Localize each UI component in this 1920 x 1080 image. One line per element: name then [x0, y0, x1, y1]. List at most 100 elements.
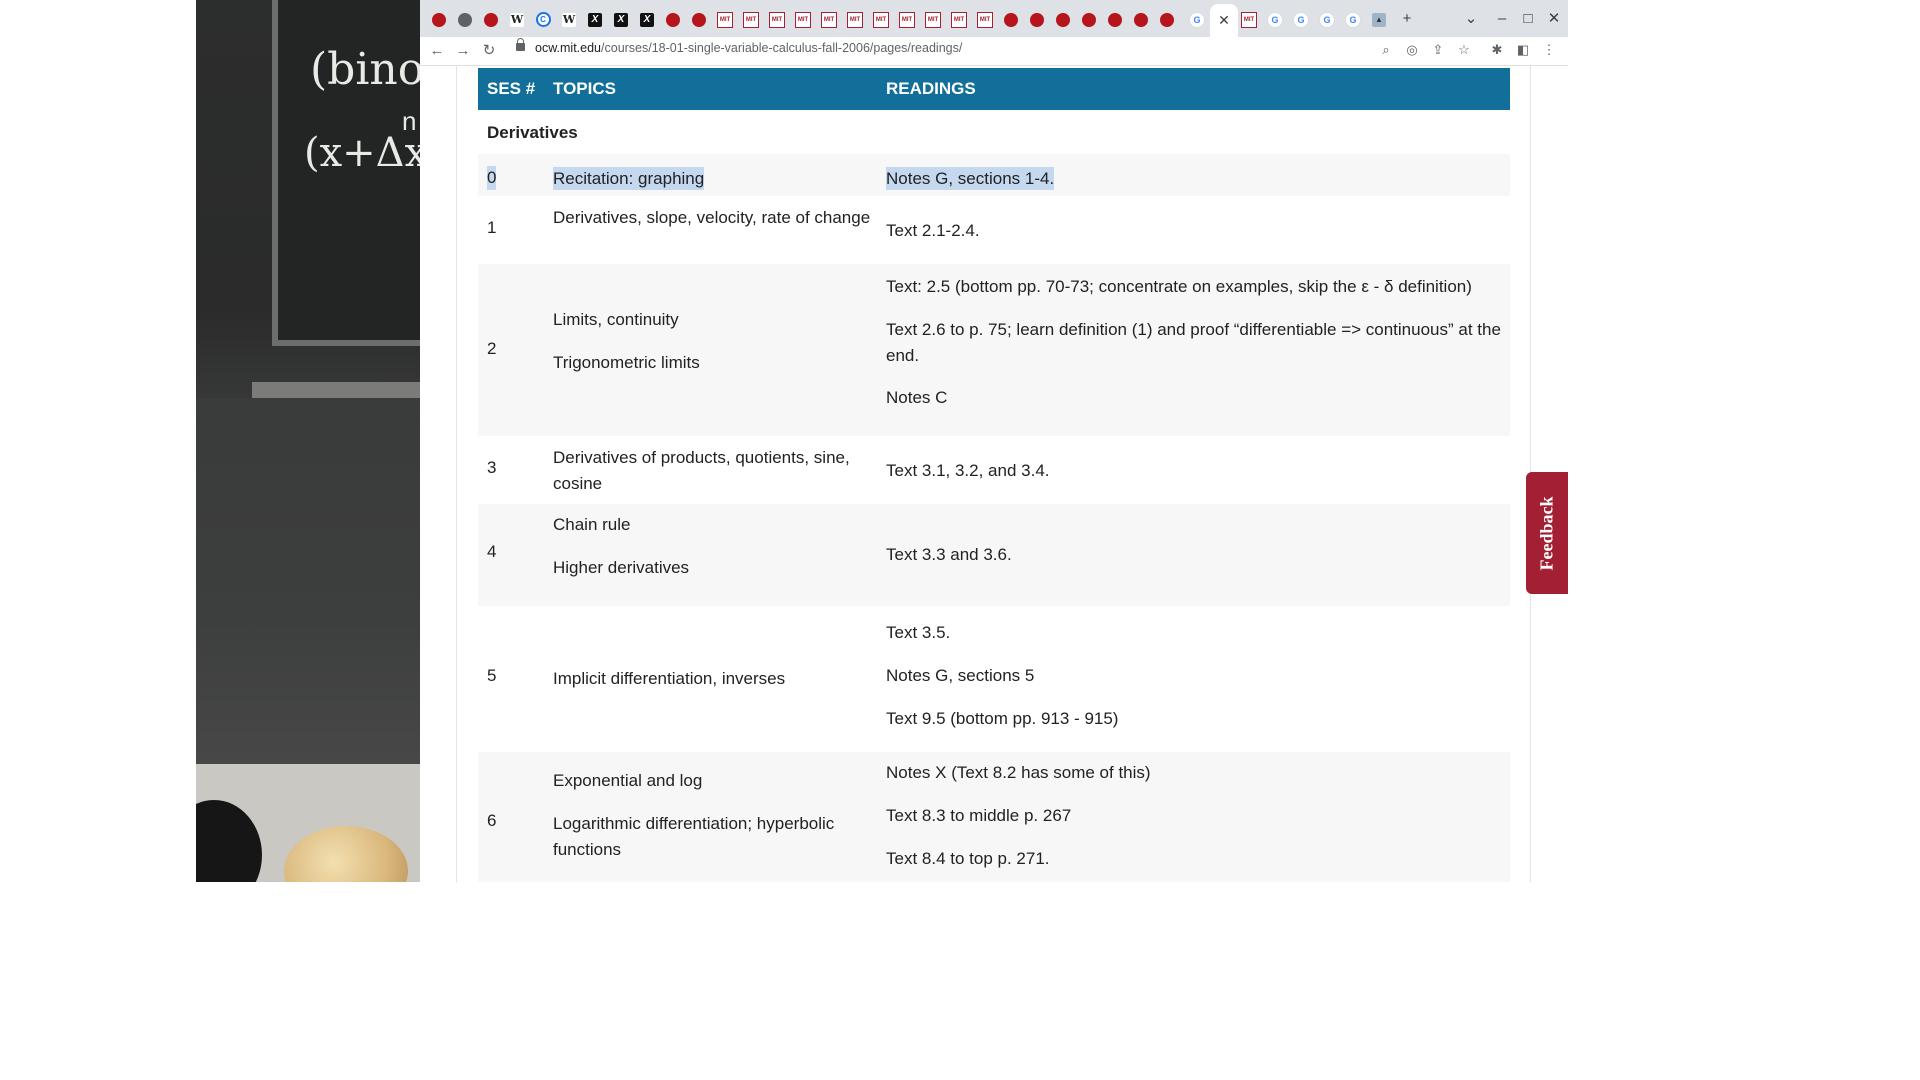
browser-tab[interactable]: MIT	[946, 6, 972, 33]
topic-text: Higher derivatives	[553, 558, 690, 577]
side-panel-icon[interactable]: ◧	[1513, 40, 1533, 60]
browser-tab[interactable]: W	[556, 6, 582, 33]
browser-tab[interactable]: G	[1340, 6, 1366, 33]
reload-icon[interactable]: ↻	[478, 39, 500, 61]
browser-tab[interactable]: G	[1262, 6, 1288, 33]
reading-text: Notes G, sections 5	[886, 666, 1035, 685]
x-favicon-icon: X	[640, 12, 654, 27]
share-icon[interactable]: ⇪	[1428, 40, 1448, 60]
feedback-button[interactable]: Feedback	[1526, 472, 1568, 594]
ocw-favicon-icon	[1082, 12, 1096, 27]
browser-tab[interactable]	[1076, 6, 1102, 33]
tab-active[interactable]: ✕	[1210, 4, 1238, 37]
browser-tab[interactable]	[478, 6, 504, 33]
mit-favicon-icon: MIT	[951, 11, 967, 28]
header-ses: SES #	[487, 79, 536, 98]
left-blank-area	[0, 0, 196, 882]
content-border-left	[456, 66, 457, 882]
browser-tab[interactable]: W	[504, 6, 530, 33]
browser-tab[interactable]: MIT	[1236, 6, 1262, 33]
reading-text: Text 3.1, 3.2, and 3.4.	[886, 461, 1050, 480]
reading-text: Text: 2.5 (bottom pp. 70-73; concentrate…	[886, 277, 1472, 296]
address-bar[interactable]: ocw.mit.edu/courses/18-01-single-variabl…	[535, 41, 962, 55]
browser-tab[interactable]: MIT	[842, 6, 868, 33]
extensions-icon[interactable]: ✱	[1487, 40, 1507, 60]
table-row: 2 Limits, continuity Trigonometric limits T…	[478, 264, 1510, 436]
topic-text: Logarithmic differentiation; hyperbolic …	[553, 814, 835, 859]
cell-session-number: 0	[487, 166, 497, 190]
browser-tab[interactable]	[1024, 6, 1050, 33]
browser-tab[interactable]: MIT	[790, 6, 816, 33]
lock-icon[interactable]	[516, 38, 525, 51]
topic-text: Limits, continuity	[553, 310, 679, 329]
tab-search-icon[interactable]: ⌄	[1459, 6, 1483, 30]
close-window-button[interactable]: ✕	[1542, 6, 1566, 30]
cell-reading: Text 3.5.	[886, 620, 1506, 646]
ocw-favicon-icon	[1030, 12, 1044, 27]
url-path: /courses/18-01-single-variable-calculus-…	[601, 41, 963, 55]
bookmark-star-icon[interactable]: ☆	[1454, 40, 1474, 60]
section-title: Derivatives	[487, 123, 578, 142]
cell-topic: Limits, continuity	[553, 307, 873, 333]
maximize-button[interactable]: □	[1516, 6, 1540, 30]
forward-icon[interactable]: →	[452, 39, 474, 61]
browser-tab[interactable]: MIT	[738, 6, 764, 33]
browser-tab[interactable]: MIT	[712, 6, 738, 33]
browser-tab[interactable]: X	[608, 6, 634, 33]
cell-topic: Trigonometric limits	[553, 350, 873, 376]
reading-text: Text 8.3 to middle p. 267	[886, 806, 1072, 825]
minimize-button[interactable]: –	[1490, 6, 1514, 30]
browser-tab[interactable]	[998, 6, 1024, 33]
w-favicon-icon: W	[510, 12, 524, 27]
browser-tab[interactable]	[452, 6, 478, 33]
browser-tab[interactable]: MIT	[894, 6, 920, 33]
cell-topic: Derivatives of products, quotients, sine…	[553, 445, 873, 497]
browser-tab[interactable]: MIT	[764, 6, 790, 33]
g-favicon-icon: G	[1267, 11, 1283, 28]
lecture-video-frame: (binom (x+Δx) n	[196, 0, 420, 882]
browser-window: + ⌄ – □ ✕ W C W X X X MIT MIT MIT MIT MIT MIT MIT MIT…	[420, 0, 1568, 882]
browser-tab[interactable]	[1154, 6, 1180, 33]
back-icon[interactable]: ←	[426, 39, 448, 61]
ocw-favicon-icon	[1108, 12, 1122, 27]
media-icon[interactable]: ◎	[1402, 40, 1422, 60]
browser-tab[interactable]: X	[582, 6, 608, 33]
browser-tab[interactable]	[426, 6, 452, 33]
cell-session-number: 4	[487, 542, 497, 561]
browser-tab[interactable]: ▲	[1366, 6, 1392, 33]
header-readings: READINGS	[886, 79, 976, 98]
browser-tab[interactable]: MIT	[972, 6, 998, 33]
browser-tab[interactable]: C	[530, 6, 556, 33]
cell-reading: Text 3.1, 3.2, and 3.4.	[886, 458, 1506, 484]
browser-tab[interactable]: MIT	[868, 6, 894, 33]
browser-tab[interactable]: G	[1184, 6, 1210, 33]
browser-tab[interactable]: G	[1288, 6, 1314, 33]
mit-favicon-icon: MIT	[717, 11, 733, 28]
cell-reading: Text 2.6 to p. 75; learn definition (1) …	[886, 317, 1506, 369]
cell-reading: Text: 2.5 (bottom pp. 70-73; concentrate…	[886, 274, 1506, 300]
x-favicon-icon: X	[588, 12, 602, 27]
chalk-text-line1: (binom	[310, 44, 420, 95]
browser-tab[interactable]: MIT	[920, 6, 946, 33]
browser-tab[interactable]: G	[1314, 6, 1340, 33]
tab-close-icon[interactable]: ✕	[1218, 12, 1230, 29]
readings-table: SES # TOPICS READINGS Derivatives 0 Recit…	[478, 68, 1510, 882]
browser-tab[interactable]: X	[634, 6, 660, 33]
browser-tab[interactable]	[686, 6, 712, 33]
browser-tab[interactable]	[1050, 6, 1076, 33]
reading-text: Text 2.1-2.4.	[886, 221, 980, 240]
browser-tab[interactable]	[1102, 6, 1128, 33]
menu-icon[interactable]: ⋮	[1539, 40, 1559, 60]
mit-favicon-icon: MIT	[925, 11, 941, 28]
mit-favicon-icon: MIT	[847, 11, 863, 28]
browser-tab[interactable]	[1128, 6, 1154, 33]
table-row: 5 Implicit differentiation, inverses Text …	[478, 606, 1510, 752]
mit-favicon-icon: MIT	[821, 11, 837, 28]
new-tab-button[interactable]: +	[1395, 6, 1419, 30]
browser-tab[interactable]	[660, 6, 686, 33]
browser-tab[interactable]: MIT	[816, 6, 842, 33]
cell-topic: Implicit differentiation, inverses	[553, 666, 873, 692]
zoom-icon[interactable]: ⌕	[1376, 40, 1396, 60]
globe-favicon-icon	[458, 12, 472, 27]
x-favicon-icon: X	[614, 12, 628, 27]
